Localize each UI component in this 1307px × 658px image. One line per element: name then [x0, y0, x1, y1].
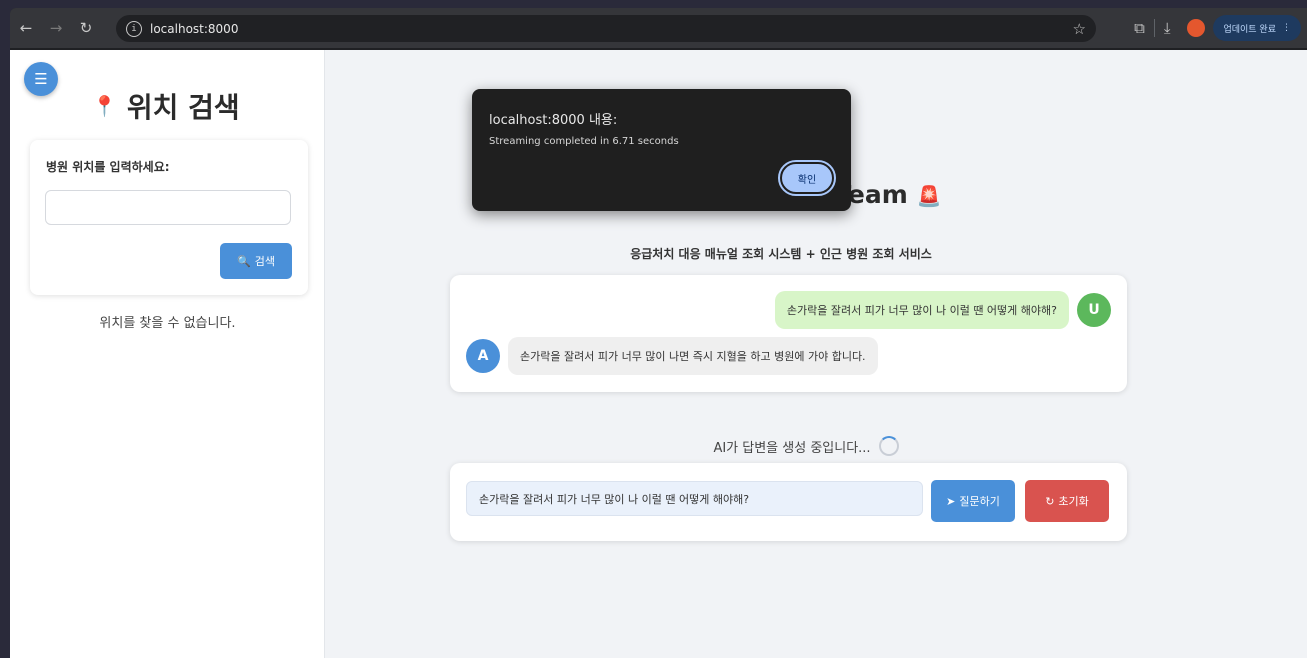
chat-history: 손가락을 잘려서 피가 너무 많이 나 이럴 땐 어떻게 해야해? U A 손가… — [450, 275, 1127, 392]
search-icon: 🔍 — [237, 255, 251, 268]
address-bar[interactable]: i localhost:8000 ☆ — [116, 15, 1096, 42]
refresh-icon: ↻ — [1045, 495, 1055, 508]
reset-button-label: 초기화 — [1058, 496, 1089, 508]
reset-button[interactable]: ↻ 초기화 — [1025, 480, 1109, 522]
location-search-input[interactable] — [45, 190, 291, 225]
url-text: localhost:8000 — [150, 21, 239, 36]
update-button[interactable]: 업데이트 완료 ⋮ — [1213, 15, 1301, 41]
search-card: 병원 위치를 입력하세요: 🔍 검색 — [30, 140, 308, 295]
download-icon[interactable]: ⤓ — [1164, 19, 1171, 37]
ask-button[interactable]: ➤ 질문하기 — [931, 480, 1015, 522]
forward-icon[interactable]: → — [42, 14, 70, 42]
question-form: ➤ 질문하기 ↻ 초기화 — [450, 463, 1127, 541]
siren-icon: 🚨 — [916, 184, 942, 208]
search-label: 병원 위치를 입력하세요: — [46, 160, 170, 174]
user-avatar: U — [1077, 293, 1111, 327]
alert-dialog: localhost:8000 내용: Streaming completed i… — [472, 89, 851, 211]
browser-toolbar: ← → ↻ i localhost:8000 ☆ ⧉ ⤓ 업데이트 완료 ⋮ — [10, 8, 1307, 48]
back-icon[interactable]: ← — [12, 14, 40, 42]
search-button-label: 검색 — [254, 256, 275, 268]
ask-button-label: 질문하기 — [959, 496, 1000, 508]
sidebar-title-text: 위치 검색 — [126, 91, 240, 124]
menu-toggle-button[interactable]: ☰ — [24, 62, 58, 96]
site-info-icon[interactable]: i — [126, 20, 142, 37]
search-button[interactable]: 🔍 검색 — [220, 243, 292, 279]
toolbar-right: ⧉ ⤓ 업데이트 완료 ⋮ — [1125, 8, 1307, 48]
extensions-icon[interactable]: ⧉ — [1134, 19, 1145, 37]
dialog-ok-button[interactable]: 확인 — [778, 160, 836, 196]
toolbar-divider — [1153, 19, 1155, 37]
more-menu-icon: ⋮ — [1282, 23, 1291, 33]
dialog-message: Streaming completed in 6.71 seconds — [489, 136, 679, 147]
ai-message: A 손가락을 잘려서 피가 너무 많이 나면 즉시 지혈을 하고 병원에 가야 … — [466, 337, 878, 375]
loading-text: AI가 답변을 생성 중입니다... — [713, 440, 871, 456]
sidebar: ☰ 📍 위치 검색 병원 위치를 입력하세요: 🔍 검색 위치를 찾을 수 없습… — [10, 50, 325, 658]
page-subtitle: 응급처치 대응 매뉴얼 조회 시스템 + 인근 병원 조회 서비스 — [630, 247, 932, 261]
dialog-title: localhost:8000 내용: — [489, 113, 618, 128]
map-pin-icon: 📍 — [92, 94, 117, 118]
loading-indicator: AI가 답변을 생성 중입니다... — [326, 436, 1236, 456]
page: ☰ 📍 위치 검색 병원 위치를 입력하세요: 🔍 검색 위치를 찾을 수 없습… — [10, 50, 1307, 658]
send-icon: ➤ — [946, 495, 956, 508]
question-input[interactable] — [466, 481, 923, 516]
user-message-bubble: 손가락을 잘려서 피가 너무 많이 나 이럴 땐 어떻게 해야해? — [774, 291, 1069, 329]
reload-icon[interactable]: ↻ — [72, 14, 100, 42]
browser-window: ← → ↻ i localhost:8000 ☆ ⧉ ⤓ 업데이트 완료 ⋮ ☰… — [10, 8, 1307, 658]
spinner-icon — [878, 436, 899, 456]
bookmark-star-icon[interactable]: ☆ — [1073, 20, 1086, 38]
ai-avatar: A — [466, 339, 500, 373]
update-label: 업데이트 완료 — [1223, 24, 1276, 35]
sidebar-title: 📍 위치 검색 — [92, 86, 240, 126]
hamburger-icon: ☰ — [34, 70, 48, 88]
profile-avatar[interactable] — [1187, 19, 1206, 37]
user-message: 손가락을 잘려서 피가 너무 많이 나 이럴 땐 어떻게 해야해? U — [774, 291, 1111, 329]
ai-message-bubble: 손가락을 잘려서 피가 너무 많이 나면 즉시 지혈을 하고 병원에 가야 합니… — [508, 337, 878, 375]
location-status-text: 위치를 찾을 수 없습니다. — [99, 316, 236, 331]
